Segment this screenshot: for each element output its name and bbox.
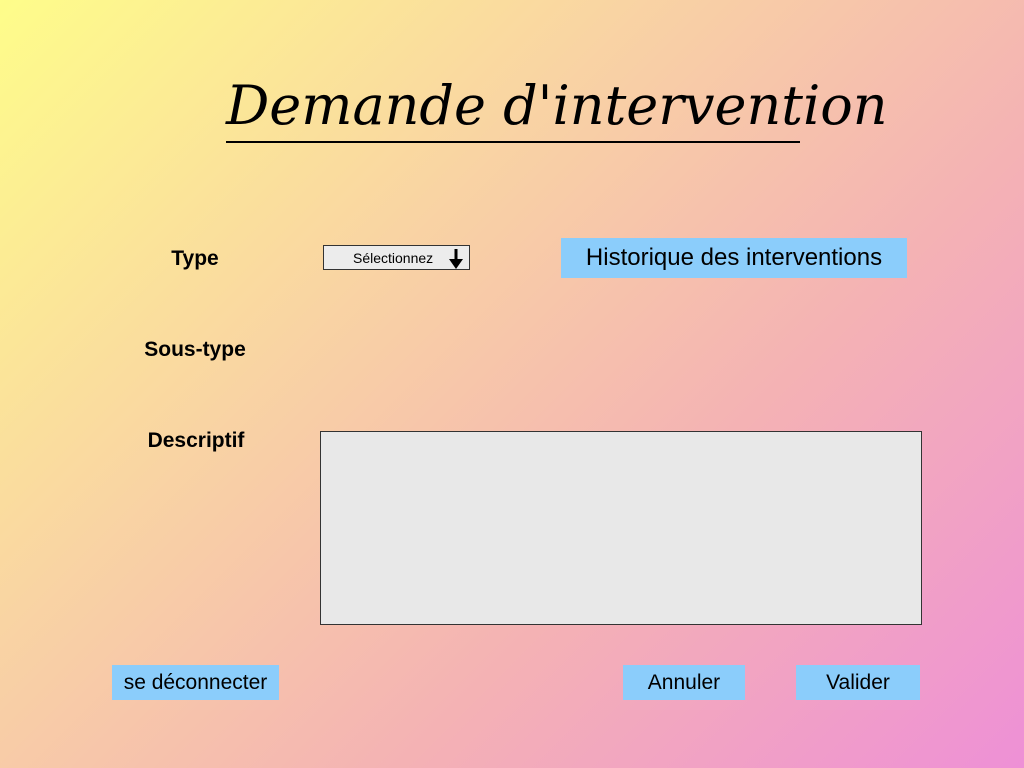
cancel-button[interactable]: Annuler [623,665,745,700]
type-select-value: Sélectionnez [353,249,434,266]
description-textarea[interactable] [320,431,922,625]
description-label: Descriptif [147,429,245,452]
logout-button[interactable]: se déconnecter [112,665,279,700]
type-label: Type [171,247,219,270]
history-button[interactable]: Historique des interventions [561,238,907,278]
page-title: Demande d'intervention [226,74,888,137]
title-underline [226,141,800,143]
subtype-label: Sous-type [144,338,246,361]
type-select[interactable]: Sélectionnez [323,245,470,270]
arrow-down-icon [449,249,463,269]
submit-button[interactable]: Valider [796,665,920,700]
